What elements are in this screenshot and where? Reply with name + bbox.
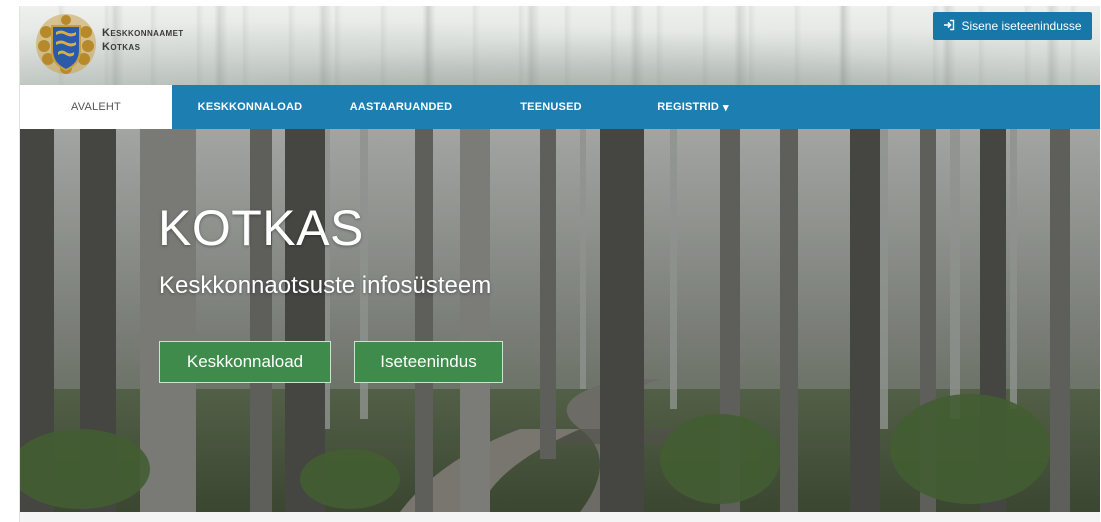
organization-name[interactable]: Keskkonnaamet Kotkas xyxy=(102,26,184,54)
sign-in-icon xyxy=(943,19,955,34)
coat-of-arms-logo[interactable] xyxy=(34,12,98,76)
main-navigation: AVALEHT KESKKONNALOAD AASTAARUANDED TEEN… xyxy=(20,85,1100,129)
nav-item-aastaaruanded[interactable]: AASTAARUANDED xyxy=(328,85,474,129)
keskkonnaload-button[interactable]: Keskkonnaload xyxy=(159,341,331,383)
iseteenindus-button[interactable]: Iseteenindus xyxy=(354,341,503,383)
content-top-strip xyxy=(20,512,1100,522)
forest-background-image xyxy=(20,129,1100,512)
nav-item-label: REGISTRID xyxy=(657,101,719,113)
page-frame: Keskkonnaamet Kotkas Sisene iseteenindus… xyxy=(19,6,1100,522)
caret-down-icon: ▾ xyxy=(722,101,729,114)
hero-banner: KOTKAS Keskkonnaotsuste infosüsteem Kesk… xyxy=(20,129,1100,512)
hero-title: KOTKAS xyxy=(158,200,364,256)
login-button-label: Sisene iseteenindusse xyxy=(961,19,1082,33)
org-name-line2: Kotkas xyxy=(102,41,141,53)
site-header: Keskkonnaamet Kotkas Sisene iseteenindus… xyxy=(20,6,1100,85)
org-name-line1: Keskkonnaamet xyxy=(102,27,184,39)
nav-item-registrid[interactable]: REGISTRID ▾ xyxy=(628,85,758,129)
nav-item-label: AASTAARUANDED xyxy=(349,101,453,113)
nav-item-avaleht[interactable]: AVALEHT xyxy=(20,85,172,129)
hero-subtitle: Keskkonnaotsuste infosüsteem xyxy=(159,272,492,299)
nav-item-keskkonnaload[interactable]: KESKKONNALOAD xyxy=(172,85,328,129)
nav-item-label: KESKKONNALOAD xyxy=(197,101,303,113)
nav-item-label: TEENUSED xyxy=(520,101,582,113)
nav-item-teenused[interactable]: TEENUSED xyxy=(474,85,628,129)
self-service-login-button[interactable]: Sisene iseteenindusse xyxy=(933,12,1092,40)
nav-item-label: AVALEHT xyxy=(71,101,121,113)
